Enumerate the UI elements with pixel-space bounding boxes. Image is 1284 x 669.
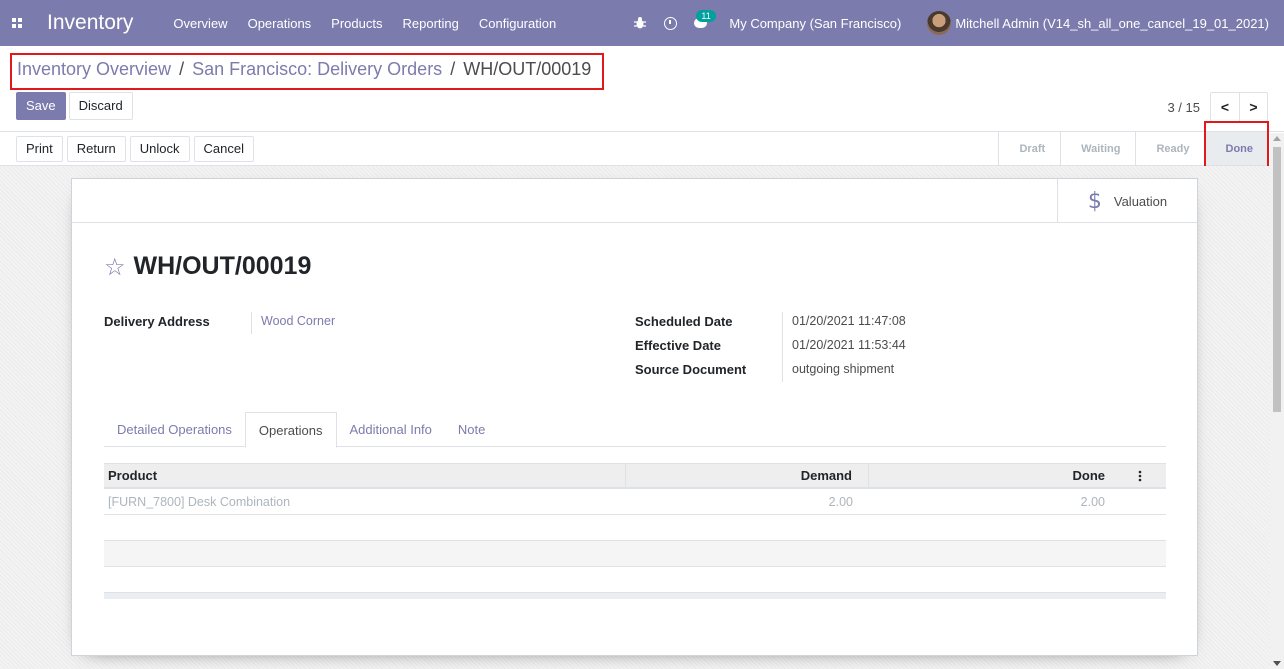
delivery-address-value[interactable]: Wood Corner xyxy=(261,314,335,328)
user-avatar[interactable] xyxy=(927,11,952,35)
valuation-label: Valuation xyxy=(1113,193,1168,209)
stage-waiting[interactable]: Waiting xyxy=(1060,132,1135,165)
optional-columns-icon[interactable] xyxy=(1113,464,1166,487)
header-actions: Print Return Unlock Cancel xyxy=(16,136,254,162)
apps-menu-icon[interactable] xyxy=(0,0,34,46)
menu-item-overview[interactable]: Overview xyxy=(173,16,227,31)
chevron-right-icon: > xyxy=(1249,99,1258,115)
empty-table-row xyxy=(104,515,1166,541)
tab-operations[interactable]: Operations xyxy=(244,412,337,448)
systray: 11 My Company (San Francisco) Mitchell A… xyxy=(625,0,1284,46)
main-menu: Overview Operations Products Reporting C… xyxy=(173,16,576,31)
breadcrumb-highlight-box xyxy=(10,53,604,90)
menu-item-configuration[interactable]: Configuration xyxy=(479,16,556,31)
star-icon[interactable]: ☆ xyxy=(104,253,126,281)
tab-additional-info[interactable]: Additional Info xyxy=(337,412,445,447)
tab-note[interactable]: Note xyxy=(445,412,498,447)
empty-table-row xyxy=(104,567,1166,593)
notebook-tabs: Detailed Operations Operations Additiona… xyxy=(104,412,1166,448)
chevron-left-icon: < xyxy=(1220,99,1230,115)
column-header-done[interactable]: Done xyxy=(869,464,1113,487)
messaging-chat-icon[interactable]: 11 xyxy=(685,10,716,28)
table-row[interactable]: [FURN_7800] Desk Combination 2.00 2.00 xyxy=(104,489,1166,515)
field-divider xyxy=(782,312,783,382)
empty-table-row xyxy=(104,541,1166,567)
activity-clock-icon[interactable] xyxy=(655,16,685,30)
field-delivery-address: Delivery Address Wood Corner xyxy=(104,309,335,333)
smart-button-box: $ Valuation xyxy=(72,179,1197,223)
record-title: ☆ WH/OUT/00019 xyxy=(104,252,311,281)
left-field-group: Delivery Address Wood Corner xyxy=(104,309,335,333)
save-button[interactable]: Save xyxy=(16,92,66,120)
row-done: 2.00 xyxy=(1080,494,1105,509)
effective-date-label: Effective Date xyxy=(635,337,721,353)
pager-next-button[interactable]: > xyxy=(1239,93,1267,121)
vertical-scrollbar[interactable] xyxy=(1270,133,1284,669)
pager-previous-button[interactable]: < xyxy=(1211,93,1239,121)
return-button[interactable]: Return xyxy=(66,136,126,162)
menu-item-products[interactable]: Products xyxy=(331,16,382,31)
scroll-down-arrow-icon[interactable] xyxy=(1273,661,1281,666)
pager: 3 / 15 < > xyxy=(1167,92,1268,122)
print-button[interactable]: Print xyxy=(16,136,63,162)
scroll-up-arrow-icon[interactable] xyxy=(1273,136,1281,141)
company-switcher[interactable]: My Company (San Francisco) xyxy=(729,16,901,31)
menu-item-reporting[interactable]: Reporting xyxy=(402,16,458,31)
column-header-demand[interactable]: Demand xyxy=(626,464,869,487)
source-document-label: Source Document xyxy=(635,361,747,377)
scheduled-date-value: 01/20/2021 11:47:08 xyxy=(792,314,906,328)
delivery-address-label: Delivery Address xyxy=(104,313,210,329)
scrollbar-thumb[interactable] xyxy=(1273,147,1281,412)
top-navbar: Inventory Overview Operations Products R… xyxy=(0,0,1284,46)
form-statusbar: Print Return Unlock Cancel Draft Waiting… xyxy=(0,131,1284,166)
stage-draft[interactable]: Draft xyxy=(998,132,1060,165)
table-footer xyxy=(104,593,1166,599)
menu-item-operations[interactable]: Operations xyxy=(248,16,312,31)
field-source-document: Source Document outgoing shipment xyxy=(635,357,906,381)
unlock-button[interactable]: Unlock xyxy=(129,136,190,162)
operations-table: Product Demand Done [FURN_7800] Desk Com… xyxy=(104,463,1166,599)
dollar-icon: $ xyxy=(1087,188,1102,214)
user-menu[interactable]: Mitchell Admin (V14_sh_all_one_cancel_19… xyxy=(955,16,1269,31)
valuation-button[interactable]: $ Valuation xyxy=(1057,179,1197,223)
pager-buttons: < > xyxy=(1210,92,1268,122)
table-header: Product Demand Done xyxy=(104,463,1166,489)
form-sheet: $ Valuation ☆ WH/OUT/00019 Delivery Addr… xyxy=(71,178,1198,656)
column-header-product[interactable]: Product xyxy=(104,464,626,487)
pager-value[interactable]: 3 / 15 xyxy=(1167,100,1200,115)
row-product: [FURN_7800] Desk Combination xyxy=(108,494,291,509)
form-buttons: Save Discard xyxy=(16,92,133,120)
field-divider xyxy=(251,312,252,334)
effective-date-value: 01/20/2021 11:53:44 xyxy=(792,338,906,352)
stage-ready[interactable]: Ready xyxy=(1135,132,1204,165)
source-document-value: outgoing shipment xyxy=(792,362,895,376)
field-effective-date: Effective Date 01/20/2021 11:53:44 xyxy=(635,333,906,357)
field-scheduled-date: Scheduled Date 01/20/2021 11:47:08 xyxy=(635,309,906,333)
row-demand: 2.00 xyxy=(828,494,853,509)
scheduled-date-label: Scheduled Date xyxy=(635,313,733,329)
app-title[interactable]: Inventory xyxy=(47,11,133,35)
tab-detailed-operations[interactable]: Detailed Operations xyxy=(104,412,245,447)
cancel-button[interactable]: Cancel xyxy=(193,136,254,162)
discard-button[interactable]: Discard xyxy=(68,92,133,120)
debug-bug-icon[interactable] xyxy=(625,16,655,30)
chat-count-badge: 11 xyxy=(696,10,716,22)
right-field-group: Scheduled Date 01/20/2021 11:47:08 Effec… xyxy=(635,309,906,381)
record-name: WH/OUT/00019 xyxy=(133,252,312,280)
